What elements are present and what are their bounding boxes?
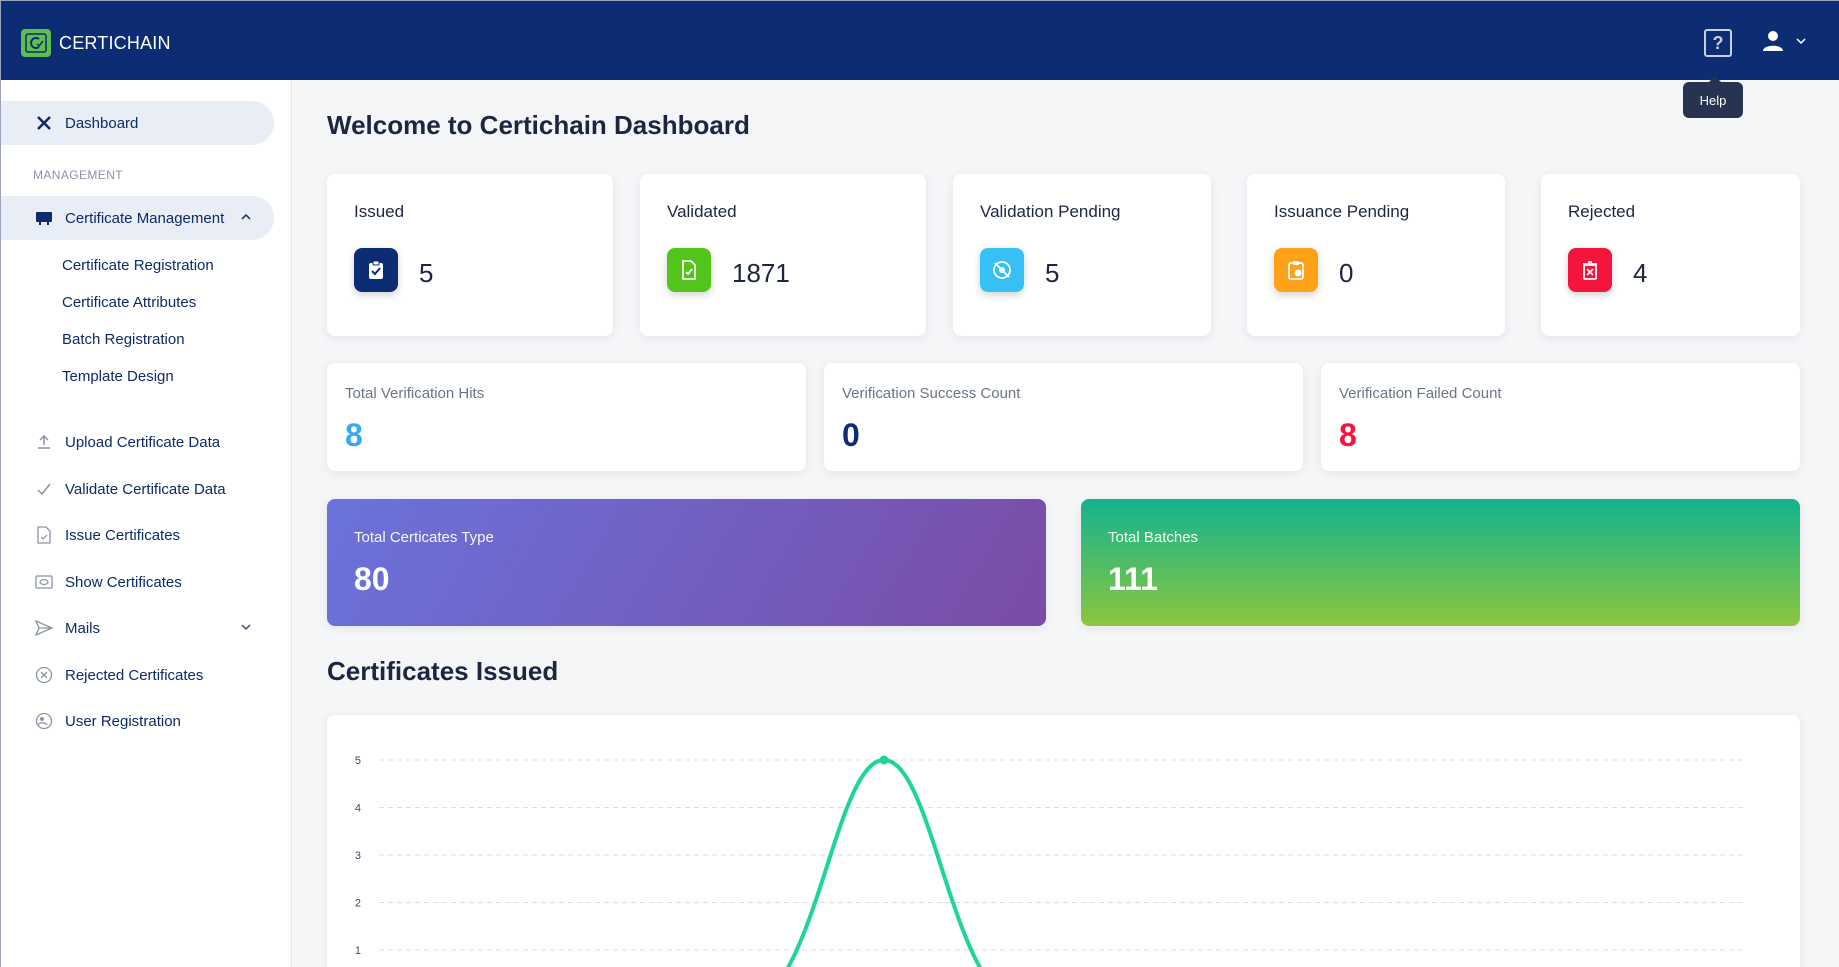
data-point[interactable]: [879, 755, 889, 765]
stat-value: 0: [1339, 258, 1354, 288]
app-name: CERTICHAIN: [59, 32, 171, 53]
x-circle-icon: [35, 666, 53, 684]
stat-card-rejected: Rejected 4: [1541, 174, 1800, 336]
clipboard-check-icon: [354, 248, 398, 292]
stat-value: 4: [1633, 258, 1648, 288]
sidebar-item-label: Upload Certificate Data: [65, 433, 221, 451]
verification-card-failed: Verification Failed Count 8: [1321, 363, 1800, 471]
sidebar-item-label: Validate Certificate Data: [65, 480, 226, 498]
sidebar-item-mails[interactable]: Mails: [1, 606, 274, 650]
y-tick-label: 4: [355, 803, 361, 815]
chart-section-title: Certificates Issued: [327, 656, 559, 686]
sidebar-item-rejected-certificates[interactable]: Rejected Certificates: [1, 653, 274, 697]
sidebar-item-user-registration[interactable]: User Registration: [1, 699, 274, 743]
section-label-management: MANAGEMENT: [33, 168, 124, 182]
top-navbar: CERTICHAIN ?: [0, 0, 1839, 80]
trash-x-icon: [1568, 248, 1612, 292]
y-tick-label: 3: [355, 850, 361, 862]
stat-value: 5: [1045, 258, 1060, 288]
verification-value: 8: [1339, 417, 1357, 453]
total-label: Total Batches: [1108, 529, 1199, 546]
sidebar-item-show-certificates[interactable]: Show Certificates: [1, 560, 274, 604]
sidebar-item-label: Mails: [65, 619, 101, 637]
verification-value: 0: [842, 417, 860, 453]
help-icon: ?: [1712, 32, 1724, 53]
stat-label: Rejected: [1568, 202, 1636, 221]
sidebar-item-label: Certificate Management: [65, 209, 225, 227]
sidebar-item-label: User Registration: [65, 712, 181, 730]
verification-label: Total Verification Hits: [345, 385, 485, 402]
certificates-issued-chart: 1 2 3 4 5: [355, 755, 1747, 967]
user-icon: [1763, 31, 1783, 51]
y-tick-label: 2: [355, 898, 361, 910]
verification-label: Verification Failed Count: [1339, 385, 1502, 402]
total-batches-card: Total Batches 111: [1081, 499, 1800, 626]
sidebar-subitem-template-design[interactable]: Template Design: [62, 368, 174, 385]
sidebar-item-label: Show Certificates: [65, 573, 182, 591]
sidebar-item-validate-certificate-data[interactable]: Validate Certificate Data: [1, 467, 274, 511]
stat-card-validated: Validated 1871: [640, 174, 926, 336]
help-button[interactable]: ?: [1704, 29, 1732, 57]
brand[interactable]: CERTICHAIN: [21, 29, 171, 57]
y-tick-label: 1: [355, 945, 361, 957]
verification-label: Verification Success Count: [842, 385, 1021, 402]
sidebar-subitem-certificate-registration[interactable]: Certificate Registration: [62, 257, 214, 274]
chevron-down-icon: [1796, 38, 1806, 45]
stat-card-validation-pending: Validation Pending 5: [953, 174, 1211, 336]
stat-card-issuance-pending: Issuance Pending 0: [1247, 174, 1505, 336]
stat-label: Issuance Pending: [1274, 202, 1410, 221]
user-circle-icon: [35, 712, 53, 730]
stat-label: Validated: [667, 202, 737, 221]
eye-off-icon: [980, 248, 1024, 292]
page-title: Welcome to Certichain Dashboard: [327, 110, 750, 140]
total-label: Total Certicates Type: [354, 529, 494, 546]
verification-value: 8: [345, 417, 363, 453]
sidebar-item-label: Rejected Certificates: [65, 666, 204, 684]
clipboard-clock-icon: [1274, 248, 1318, 292]
chevron-up-icon: [240, 210, 252, 227]
certificate-view-icon: [35, 573, 53, 591]
total-value: 111: [1108, 561, 1158, 597]
certificates-issued-chart-card: 1 2 3 4 5: [327, 715, 1800, 967]
stat-value: 1871: [732, 258, 790, 288]
sidebar-item-dashboard[interactable]: Dashboard: [1, 101, 274, 145]
dashboard-icon: [35, 114, 53, 132]
sidebar-item-upload-certificate-data[interactable]: Upload Certificate Data: [1, 420, 274, 464]
sidebar-item-label: Issue Certificates: [65, 526, 181, 544]
certificate-icon: [35, 209, 53, 227]
verification-card-total-hits: Total Verification Hits 8: [327, 363, 806, 471]
upload-icon: [35, 433, 53, 451]
sidebar-subitem-batch-registration[interactable]: Batch Registration: [62, 331, 185, 348]
help-tooltip: Help: [1683, 76, 1743, 118]
y-tick-label: 5: [355, 755, 361, 767]
document-icon: [35, 526, 53, 544]
stat-label: Validation Pending: [980, 202, 1121, 221]
user-menu-button[interactable]: [1761, 29, 1807, 53]
send-icon: [35, 619, 53, 637]
certichain-logo-icon: [21, 29, 51, 57]
stat-label: Issued: [354, 202, 405, 221]
sidebar-subitem-certificate-attributes[interactable]: Certificate Attributes: [62, 294, 196, 311]
sidebar-item-certificate-management[interactable]: Certificate Management: [1, 196, 274, 240]
sidebar-item-label: Dashboard: [65, 114, 139, 132]
chevron-down-icon: [240, 620, 252, 637]
verification-card-success: Verification Success Count 0: [824, 363, 1303, 471]
total-certificate-types-card: Total Certicates Type 80: [327, 499, 1046, 626]
sidebar-item-issue-certificates[interactable]: Issue Certificates: [1, 513, 274, 557]
stat-value: 5: [419, 258, 434, 288]
total-value: 80: [354, 561, 390, 597]
document-check-icon: [667, 248, 711, 292]
series-line: [785, 757, 983, 967]
stat-card-issued: Issued 5: [327, 174, 613, 336]
check-icon: [35, 480, 53, 498]
sidebar: Dashboard MANAGEMENT Certificate Managem…: [0, 80, 292, 967]
